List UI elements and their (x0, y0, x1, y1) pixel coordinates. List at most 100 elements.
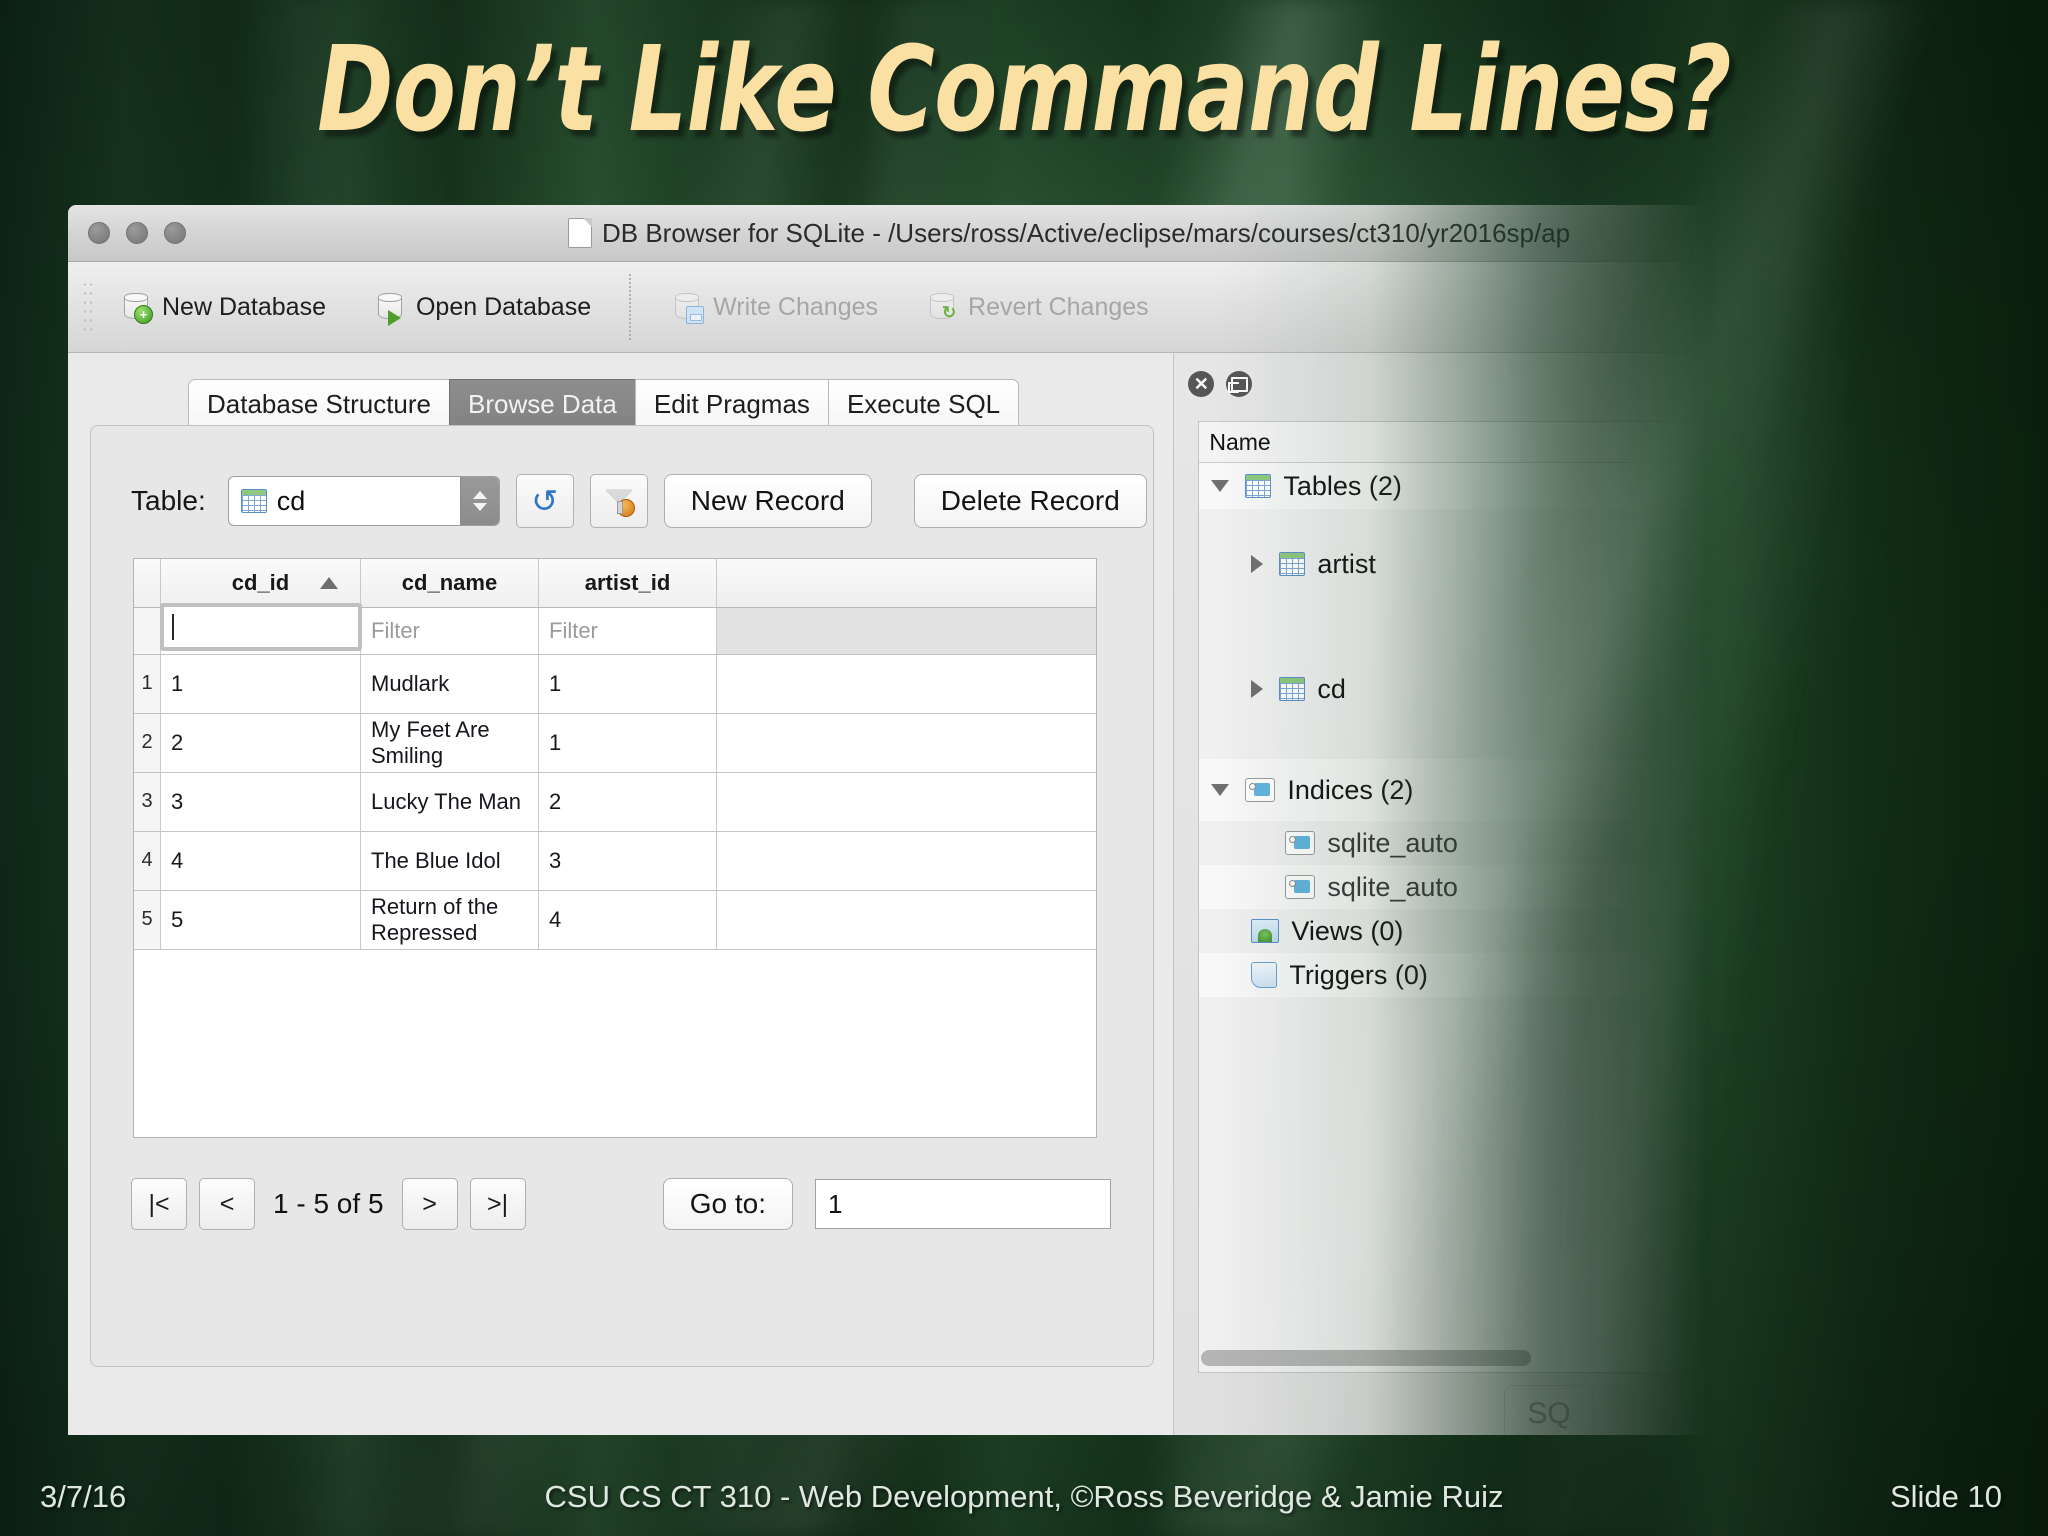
table-selection-row: Table: cd ↺ New Record Delete Record (131, 474, 1147, 528)
open-database-button[interactable]: Open Database (368, 277, 599, 337)
chevron-right-icon[interactable] (1251, 555, 1264, 573)
database-open-icon (376, 291, 406, 326)
filter-input-artist-id[interactable]: Filter (539, 608, 717, 654)
tree-item-triggers[interactable]: Triggers (0) (1199, 953, 1710, 997)
write-changes-label: Write Changes (713, 292, 879, 321)
slide-canvas: Don’t Like Command Lines? DB Browser for… (0, 0, 2048, 1536)
tree-item-label: artist (1317, 548, 1376, 579)
cell-cd-name[interactable]: Mudlark (361, 655, 539, 713)
tree-item-artist[interactable]: artist (1199, 509, 1709, 619)
goto-input[interactable]: 1 (815, 1179, 1111, 1229)
cell-artist-id[interactable]: 1 (539, 714, 717, 772)
refresh-button[interactable]: ↺ (515, 474, 574, 528)
footer-date: 3/7/16 (40, 1479, 127, 1514)
column-header-cd-name[interactable]: cd_name (361, 559, 539, 607)
cell-cd-id[interactable]: 4 (161, 832, 361, 890)
cell-filler (717, 714, 1096, 772)
first-page-button[interactable]: |< (131, 1178, 187, 1230)
undock-icon[interactable] (1226, 371, 1253, 397)
table-select-value: cd (276, 485, 306, 516)
filter-row-number (134, 608, 161, 654)
record-count-label: 1 - 5 of 5 (273, 1188, 384, 1219)
table-row[interactable]: 4 4 The Blue Idol 3 (134, 832, 1096, 891)
cell-cd-name[interactable]: My Feet Are Smiling (361, 714, 539, 772)
dock-titlebar: ✕ (1174, 353, 1728, 409)
table-select-stepper[interactable] (459, 477, 499, 525)
new-record-button[interactable]: New Record (663, 474, 872, 528)
write-changes-button: Write Changes (665, 277, 886, 337)
database-save-icon (673, 291, 705, 324)
tree-item-views[interactable]: Views (0) (1199, 909, 1709, 953)
tree-item-tables[interactable]: Tables (2) (1199, 463, 1710, 509)
cell-filler (717, 773, 1096, 831)
cell-artist-id[interactable]: 1 (539, 655, 717, 713)
tree-item-label: sqlite_auto (1327, 871, 1458, 902)
cell-artist-id[interactable]: 4 (539, 891, 717, 949)
toolbar-drag-grip[interactable] (82, 280, 94, 336)
clear-filters-icon (606, 488, 635, 517)
tab-edit-pragmas[interactable]: Edit Pragmas (634, 379, 829, 428)
row-number-header (134, 559, 161, 607)
index-tag-icon (1285, 831, 1316, 855)
row-number: 3 (134, 773, 161, 831)
tab-browse-data[interactable]: Browse Data (449, 379, 636, 428)
chevron-down-icon[interactable] (1211, 480, 1230, 492)
slide-footer: 3/7/16 CSU CS CT 310 - Web Development, … (0, 1458, 2048, 1536)
previous-page-button[interactable]: < (199, 1178, 255, 1230)
cell-artist-id[interactable]: 2 (539, 773, 717, 831)
table-row[interactable]: 1 1 Mudlark 1 (134, 655, 1096, 714)
clear-filters-button[interactable] (589, 474, 648, 528)
db-browser-window-screenshot: DB Browser for SQLite - /Users/ross/Acti… (68, 205, 1728, 1435)
table-label: Table: (131, 485, 206, 516)
chevron-right-icon[interactable] (1251, 680, 1264, 698)
tree-item-sqlite-autoindex-2[interactable]: sqlite_auto (1199, 865, 1710, 909)
goto-button[interactable]: Go to: (662, 1178, 793, 1230)
chevron-down-icon[interactable] (1211, 784, 1230, 796)
last-page-button[interactable]: >| (469, 1178, 526, 1230)
cell-filler (717, 891, 1096, 949)
tab-database-structure[interactable]: Database Structure (188, 379, 451, 428)
row-number: 2 (134, 714, 161, 772)
tree-horizontal-scrollbar[interactable] (1201, 1350, 1705, 1368)
footer-course-credit: CSU CS CT 310 - Web Development, ©Ross B… (544, 1479, 1504, 1514)
cell-cd-name[interactable]: Lucky The Man (361, 773, 539, 831)
next-page-button[interactable]: > (401, 1178, 458, 1230)
delete-record-button[interactable]: Delete Record (913, 474, 1147, 528)
footer-slide-number: Slide 10 (1889, 1479, 2002, 1514)
cell-artist-id[interactable]: 3 (539, 832, 717, 890)
column-header-artist-id[interactable]: artist_id (539, 559, 717, 607)
cell-cd-id[interactable]: 5 (161, 891, 361, 949)
cell-cd-id[interactable]: 1 (161, 655, 361, 713)
table-row[interactable]: 3 3 Lucky The Man 2 (134, 773, 1096, 832)
new-database-button[interactable]: + New Database (114, 277, 334, 337)
data-grid-header-row: cd_id cd_name artist_id (134, 559, 1096, 608)
cell-cd-name[interactable]: The Blue Idol (361, 832, 539, 890)
table-row[interactable]: 5 5 Return of the Repressed 4 (134, 891, 1096, 950)
scrollbar-thumb[interactable] (1201, 1350, 1532, 1366)
new-database-label: New Database (162, 292, 326, 321)
table-row[interactable]: 2 2 My Feet Are Smiling 1 (134, 714, 1096, 773)
cell-cd-name[interactable]: Return of the Repressed (361, 891, 539, 949)
cell-cd-id[interactable]: 3 (161, 773, 361, 831)
sql-log-button[interactable]: SQ (1504, 1385, 1594, 1435)
text-caret (172, 614, 174, 640)
filter-input-cd-id-focused[interactable] (160, 603, 362, 651)
column-header-cd-id[interactable]: cd_id (161, 559, 361, 607)
tree-item-indices[interactable]: Indices (2) (1199, 759, 1710, 821)
column-header-filler (717, 559, 1096, 607)
tree-item-sqlite-autoindex-1[interactable]: sqlite_auto (1199, 821, 1709, 865)
database-structure-dock: ✕ Name Tables (2) artist cd Indices (2) … (1173, 353, 1728, 1435)
tree-item-label: Views (0) (1291, 915, 1404, 946)
sort-ascending-icon (320, 577, 338, 589)
close-icon[interactable]: ✕ (1188, 371, 1215, 397)
cell-cd-id[interactable]: 2 (161, 714, 361, 772)
tree-item-label: sqlite_auto (1327, 827, 1458, 858)
open-database-label: Open Database (415, 292, 592, 321)
table-select[interactable]: cd (227, 476, 500, 526)
tree-item-label: Tables (2) (1283, 470, 1402, 501)
tab-execute-sql[interactable]: Execute SQL (827, 379, 1020, 428)
tree-item-label: Indices (2) (1287, 774, 1414, 805)
main-pane: Database Structure Browse Data Edit Prag… (68, 353, 1174, 1435)
tree-item-cd[interactable]: cd (1199, 619, 1709, 759)
filter-input-cd-name[interactable]: Filter (361, 608, 539, 654)
